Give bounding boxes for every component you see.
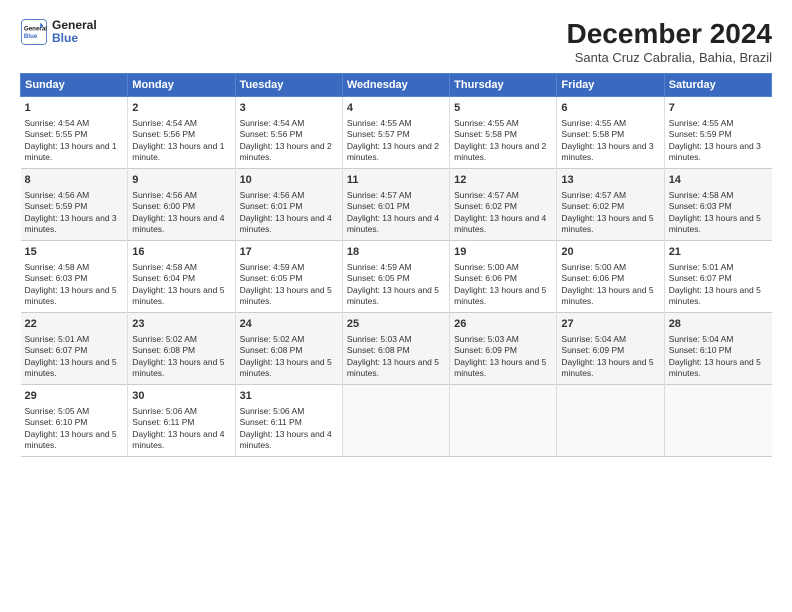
table-row: 29 Sunrise: 5:05 AMSunset: 6:10 PMDaylig… [21, 385, 772, 457]
day-4: 4 Sunrise: 4:55 AMSunset: 5:57 PMDayligh… [342, 97, 449, 169]
day-29: 29 Sunrise: 5:05 AMSunset: 6:10 PMDaylig… [21, 385, 128, 457]
day-11: 11 Sunrise: 4:57 AMSunset: 6:01 PMDaylig… [342, 169, 449, 241]
day-12: 12 Sunrise: 4:57 AMSunset: 6:02 PMDaylig… [450, 169, 557, 241]
day-18: 18 Sunrise: 4:59 AMSunset: 6:05 PMDaylig… [342, 241, 449, 313]
day-16: 16 Sunrise: 4:58 AMSunset: 6:04 PMDaylig… [128, 241, 235, 313]
table-row: 8 Sunrise: 4:56 AMSunset: 5:59 PMDayligh… [21, 169, 772, 241]
day-21: 21 Sunrise: 5:01 AMSunset: 6:07 PMDaylig… [664, 241, 771, 313]
col-sunday: Sunday [21, 74, 128, 97]
day-31: 31 Sunrise: 5:06 AMSunset: 6:11 PMDaylig… [235, 385, 342, 457]
day-20: 20 Sunrise: 5:00 AMSunset: 6:06 PMDaylig… [557, 241, 664, 313]
logo-icon: General Blue [20, 18, 48, 46]
svg-text:General: General [24, 25, 47, 32]
day-13: 13 Sunrise: 4:57 AMSunset: 6:02 PMDaylig… [557, 169, 664, 241]
day-30: 30 Sunrise: 5:06 AMSunset: 6:11 PMDaylig… [128, 385, 235, 457]
header: General Blue General Blue December 2024 … [20, 18, 772, 65]
table-row: 22 Sunrise: 5:01 AMSunset: 6:07 PMDaylig… [21, 313, 772, 385]
calendar-title: December 2024 [567, 18, 772, 50]
day-25: 25 Sunrise: 5:03 AMSunset: 6:08 PMDaylig… [342, 313, 449, 385]
col-thursday: Thursday [450, 74, 557, 97]
day-7: 7 Sunrise: 4:55 AMSunset: 5:59 PMDayligh… [664, 97, 771, 169]
header-row: Sunday Monday Tuesday Wednesday Thursday… [21, 74, 772, 97]
day-23: 23 Sunrise: 5:02 AMSunset: 6:08 PMDaylig… [128, 313, 235, 385]
col-wednesday: Wednesday [342, 74, 449, 97]
day-27: 27 Sunrise: 5:04 AMSunset: 6:09 PMDaylig… [557, 313, 664, 385]
empty-cell [450, 385, 557, 457]
calendar-table: Sunday Monday Tuesday Wednesday Thursday… [20, 73, 772, 457]
day-1: 1 Sunrise: 4:54 AMSunset: 5:55 PMDayligh… [21, 97, 128, 169]
day-15: 15 Sunrise: 4:58 AMSunset: 6:03 PMDaylig… [21, 241, 128, 313]
logo-text-blue: Blue [52, 32, 97, 45]
day-5: 5 Sunrise: 4:55 AMSunset: 5:58 PMDayligh… [450, 97, 557, 169]
empty-cell [557, 385, 664, 457]
table-row: 15 Sunrise: 4:58 AMSunset: 6:03 PMDaylig… [21, 241, 772, 313]
day-28: 28 Sunrise: 5:04 AMSunset: 6:10 PMDaylig… [664, 313, 771, 385]
table-row: 1 Sunrise: 4:54 AMSunset: 5:55 PMDayligh… [21, 97, 772, 169]
empty-cell [342, 385, 449, 457]
col-tuesday: Tuesday [235, 74, 342, 97]
calendar-subtitle: Santa Cruz Cabralia, Bahia, Brazil [567, 50, 772, 65]
title-block: December 2024 Santa Cruz Cabralia, Bahia… [567, 18, 772, 65]
empty-cell [664, 385, 771, 457]
day-9: 9 Sunrise: 4:56 AMSunset: 6:00 PMDayligh… [128, 169, 235, 241]
day-3: 3 Sunrise: 4:54 AMSunset: 5:56 PMDayligh… [235, 97, 342, 169]
day-2: 2 Sunrise: 4:54 AMSunset: 5:56 PMDayligh… [128, 97, 235, 169]
logo: General Blue General Blue [20, 18, 97, 46]
day-19: 19 Sunrise: 5:00 AMSunset: 6:06 PMDaylig… [450, 241, 557, 313]
col-monday: Monday [128, 74, 235, 97]
day-17: 17 Sunrise: 4:59 AMSunset: 6:05 PMDaylig… [235, 241, 342, 313]
day-26: 26 Sunrise: 5:03 AMSunset: 6:09 PMDaylig… [450, 313, 557, 385]
col-friday: Friday [557, 74, 664, 97]
day-6: 6 Sunrise: 4:55 AMSunset: 5:58 PMDayligh… [557, 97, 664, 169]
day-24: 24 Sunrise: 5:02 AMSunset: 6:08 PMDaylig… [235, 313, 342, 385]
svg-text:Blue: Blue [24, 33, 38, 40]
day-22: 22 Sunrise: 5:01 AMSunset: 6:07 PMDaylig… [21, 313, 128, 385]
day-14: 14 Sunrise: 4:58 AMSunset: 6:03 PMDaylig… [664, 169, 771, 241]
calendar-page: General Blue General Blue December 2024 … [0, 0, 792, 612]
day-8: 8 Sunrise: 4:56 AMSunset: 5:59 PMDayligh… [21, 169, 128, 241]
day-10: 10 Sunrise: 4:56 AMSunset: 6:01 PMDaylig… [235, 169, 342, 241]
col-saturday: Saturday [664, 74, 771, 97]
